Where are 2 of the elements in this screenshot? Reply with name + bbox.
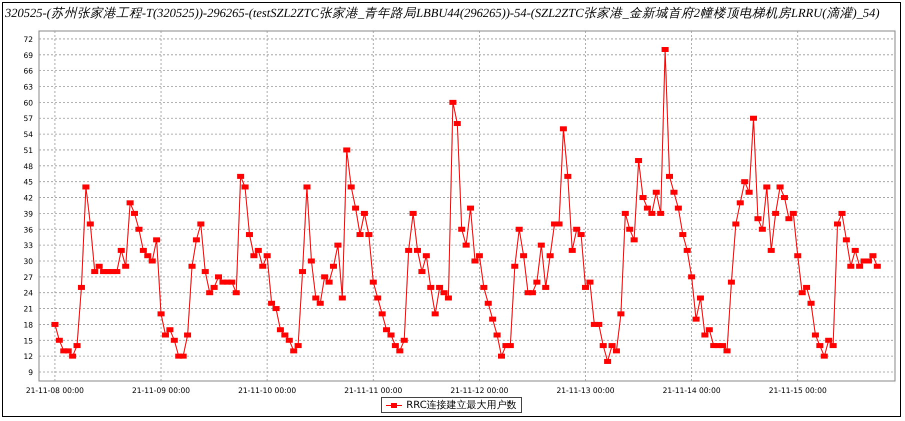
chart-title: 320525-(苏州张家港工程-T(320525))-296265-(testSZL2ZTC张家港_青年路局LBBU44(296265))-54-(SZL2ZTC张家港_金新城首府2幢楼顶电梯机房LRRU(滴灌)_54) [4, 5, 881, 22]
legend-label: RRC连接建立最大用户数 [406, 398, 517, 412]
